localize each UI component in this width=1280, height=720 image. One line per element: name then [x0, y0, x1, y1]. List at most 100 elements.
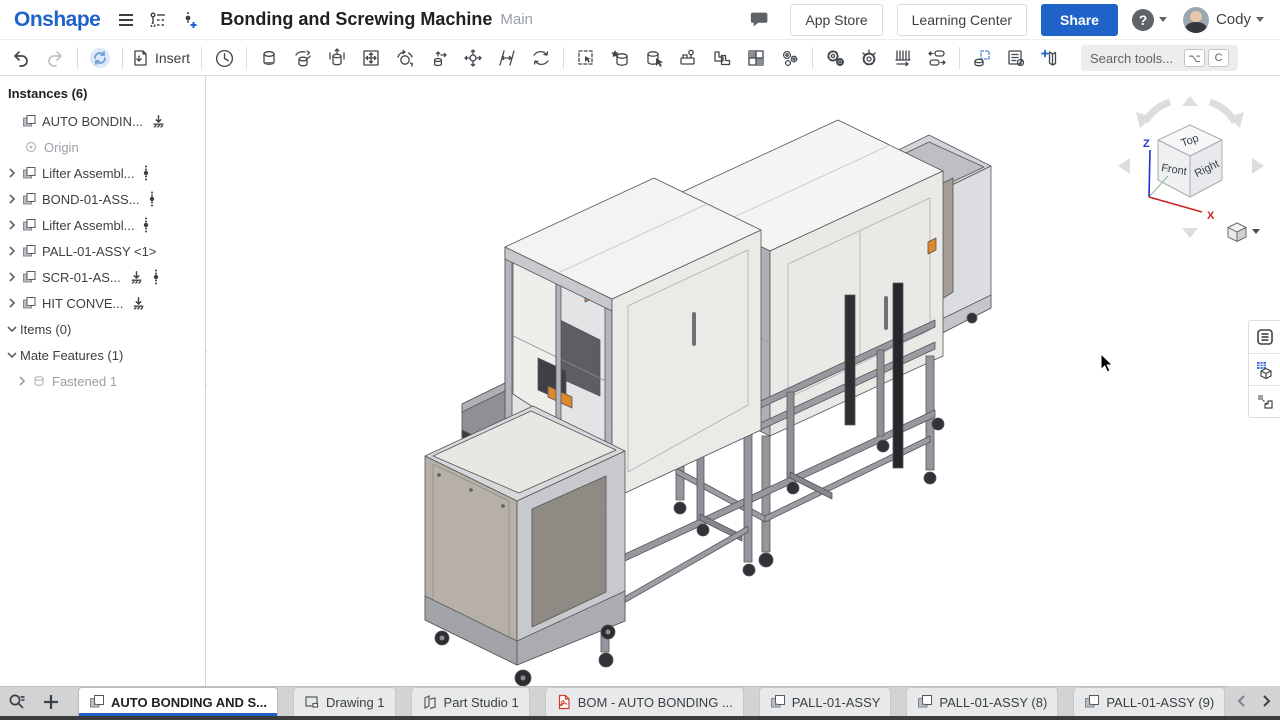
expand-chevron-icon[interactable] [4, 191, 20, 207]
expand-chevron-icon[interactable] [14, 373, 30, 389]
user-name[interactable]: Cody [1216, 11, 1251, 28]
create-tab-button[interactable] [34, 687, 68, 716]
group-button[interactable] [705, 44, 739, 72]
named-positions-panel-button[interactable] [1249, 385, 1280, 417]
tab-pall-01-assy-9[interactable]: PALL-01-ASSY (9) [1073, 687, 1225, 716]
insert-button[interactable]: Insert [128, 44, 196, 72]
graphics-area[interactable]: Top Front Right Z X Y [207, 76, 1280, 686]
versions-history-button[interactable] [145, 7, 171, 33]
mate-connector-icon [531, 48, 551, 68]
parallel-mate-button[interactable] [490, 44, 524, 72]
hamburger-menu-icon [116, 10, 136, 30]
parallel-mate-icon [497, 48, 517, 68]
fastened-mate-button[interactable] [252, 44, 286, 72]
app-store-button[interactable]: App Store [790, 4, 882, 36]
main-menu-button[interactable] [113, 7, 139, 33]
user-avatar[interactable] [1183, 7, 1209, 33]
bom-button[interactable] [999, 44, 1033, 72]
rack-icon [893, 48, 913, 68]
undo-button[interactable] [4, 44, 38, 72]
learning-center-button[interactable]: Learning Center [897, 4, 1027, 36]
tab-part-studio-1[interactable]: Part Studio 1 [411, 687, 530, 716]
relations-button[interactable] [773, 44, 807, 72]
fastened-mate-icon [259, 48, 279, 68]
exploded-view-button[interactable] [965, 44, 999, 72]
expand-chevron-icon[interactable] [4, 165, 20, 181]
create-version-icon [180, 10, 200, 30]
planar-mate-button[interactable] [354, 44, 388, 72]
configurations-panel-button[interactable] [1249, 353, 1280, 385]
tab-bom-pdf[interactable]: BOM - AUTO BONDING ... [545, 687, 744, 716]
frame-button[interactable] [1033, 44, 1067, 72]
replicate-button[interactable] [920, 44, 954, 72]
instance-row[interactable]: SCR-01-AS... [0, 264, 205, 290]
tab-scroll-left-button[interactable] [1236, 694, 1247, 708]
onshape-logo[interactable]: Onshape [14, 8, 100, 32]
gear-star-icon [859, 48, 879, 68]
tab-pall-01-assy-8[interactable]: PALL-01-ASSY (8) [906, 687, 1058, 716]
collapse-chevron-icon[interactable] [4, 347, 20, 363]
ball-mate-button[interactable] [388, 44, 422, 72]
fixed-icon [131, 296, 146, 311]
tab-drawing-1[interactable]: Drawing 1 [293, 687, 396, 716]
origin-row[interactable]: Origin [0, 134, 205, 160]
instance-row[interactable]: BOND-01-ASS... [0, 186, 205, 212]
workspace-name[interactable]: Main [500, 11, 533, 28]
slider-mate-button[interactable] [320, 44, 354, 72]
rack-pinion-button[interactable] [886, 44, 920, 72]
expand-chevron-icon[interactable] [4, 243, 20, 259]
tab-assembly-auto-bonding[interactable]: AUTO BONDING AND S... [78, 687, 278, 716]
select-region-button[interactable] [569, 44, 603, 72]
insert-feature-button[interactable] [603, 44, 637, 72]
history-icon [214, 48, 235, 69]
mate-feature-row[interactable]: Fastened 1 [0, 368, 205, 394]
mate-connector-button[interactable] [524, 44, 558, 72]
assembly-tab-icon [770, 694, 786, 710]
cylindrical-mate-button[interactable] [456, 44, 490, 72]
search-tools-field[interactable]: Search tools... ⌥ C [1081, 45, 1238, 71]
revolute-mate-button[interactable] [286, 44, 320, 72]
bom-icon [1006, 48, 1026, 68]
view-options-button[interactable] [1228, 223, 1260, 242]
help-menu-button[interactable]: ? [1132, 9, 1167, 31]
tab-pall-01-assy[interactable]: PALL-01-ASSY [759, 687, 892, 716]
expand-chevron-icon[interactable] [4, 269, 20, 285]
assembly-instance-icon [20, 217, 38, 233]
gear-relation-button[interactable] [818, 44, 852, 72]
expand-chevron-icon[interactable] [4, 295, 20, 311]
create-version-button[interactable] [177, 7, 203, 33]
instance-row-root[interactable]: AUTO BONDIN... [0, 108, 205, 134]
history-button[interactable] [207, 44, 241, 72]
undo-icon [11, 48, 31, 68]
instance-row[interactable]: Lifter Assembl... [0, 212, 205, 238]
transform-button[interactable] [637, 44, 671, 72]
view-cube[interactable]: Top Front Right Z X Y [1100, 86, 1280, 266]
mate-connector-dots-icon [152, 269, 160, 285]
assembly-toolbar: Insert Search tools... ⌥ C [0, 41, 1280, 76]
instances-panel: Instances (6) AUTO BONDIN... Origin Lift… [0, 76, 206, 686]
share-button[interactable]: Share [1041, 4, 1118, 36]
pin-slot-mate-button[interactable] [422, 44, 456, 72]
collapse-chevron-icon[interactable] [4, 321, 20, 337]
expand-chevron-icon[interactable] [4, 217, 20, 233]
instance-row[interactable]: PALL-01-ASSY <1> [0, 238, 205, 264]
drawing-tab-icon [304, 694, 320, 710]
part-studio-tab-icon [422, 694, 438, 710]
tab-scroll-right-button[interactable] [1261, 694, 1272, 708]
pattern-button[interactable] [739, 44, 773, 72]
comments-button[interactable] [747, 7, 773, 33]
sync-button[interactable] [83, 44, 117, 72]
items-section-header[interactable]: Items (0) [0, 316, 205, 342]
redo-button[interactable] [38, 44, 72, 72]
search-tabs-button[interactable] [0, 687, 34, 716]
insert-icon [130, 48, 150, 68]
instance-row[interactable]: HIT CONVE... [0, 290, 205, 316]
tab-scroll-controls [1228, 686, 1280, 716]
configurations-icon [1255, 360, 1275, 380]
named-positions-icon [678, 48, 698, 68]
bom-table-panel-button[interactable] [1249, 321, 1280, 353]
instance-row[interactable]: Lifter Assembl... [0, 160, 205, 186]
screw-relation-button[interactable] [852, 44, 886, 72]
named-positions-button[interactable] [671, 44, 705, 72]
mate-features-section-header[interactable]: Mate Features (1) [0, 342, 205, 368]
